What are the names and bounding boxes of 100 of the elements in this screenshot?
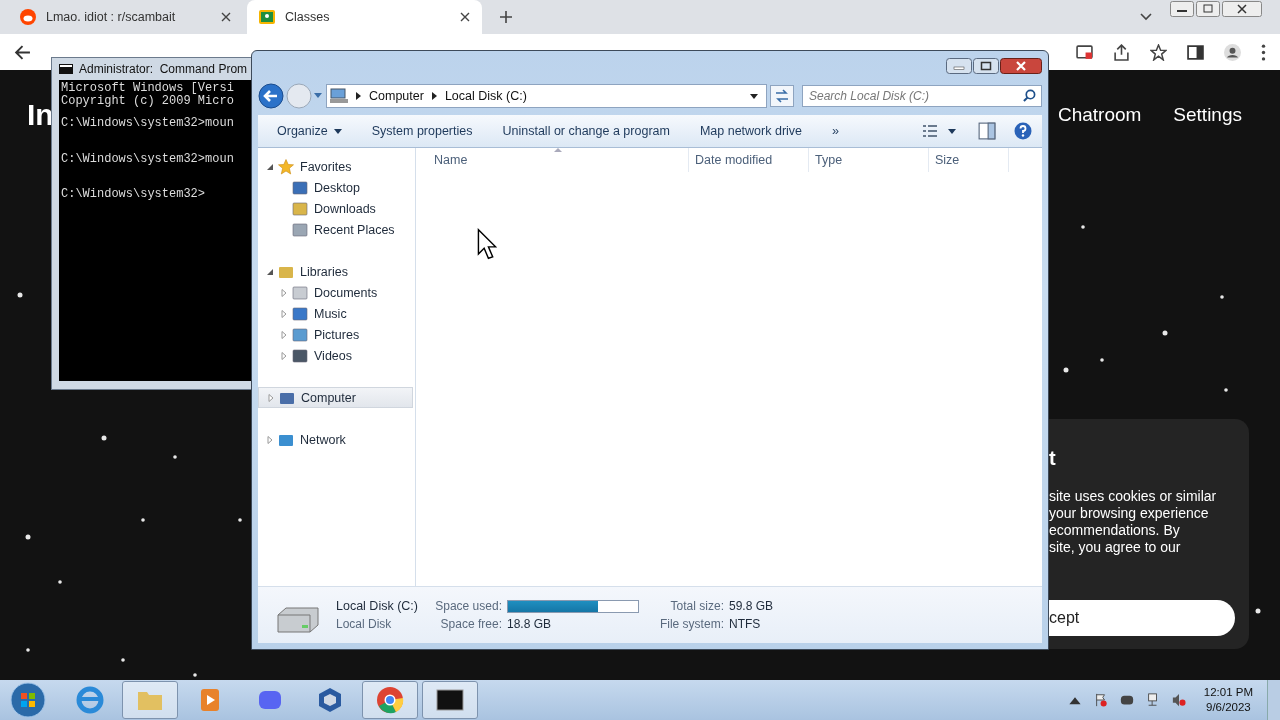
breadcrumb-item[interactable]: Computer [369, 89, 424, 103]
tree-item[interactable]: Music [258, 303, 415, 324]
dropdown-arrow-icon[interactable] [750, 93, 758, 99]
tree-item[interactable]: Pictures [258, 324, 415, 345]
console-line: C:\Windows\system32>moun [61, 152, 235, 165]
column-header[interactable]: Name [416, 148, 689, 172]
search-field[interactable]: Search Local Disk (C:) [802, 85, 1042, 107]
terminal-icon [59, 64, 73, 74]
star-dot [141, 518, 145, 522]
toolbar-button[interactable]: Map network drive [690, 120, 812, 142]
caret-icon [333, 128, 342, 134]
star-dot [1162, 330, 1168, 336]
star-dot [238, 518, 242, 522]
field-value: 18.8 GB [506, 617, 552, 631]
breadcrumb-item[interactable]: Local Disk (C:) [444, 89, 527, 103]
view-options-icon[interactable] [922, 124, 958, 138]
field-value: 59.8 GB [728, 599, 773, 613]
star-dot [25, 534, 31, 540]
drive-name: Local Disk (C:) [336, 599, 418, 613]
field-label: File system: [658, 617, 724, 631]
toolbar-button[interactable]: System properties [362, 120, 482, 142]
sort-arrow-icon [554, 148, 562, 152]
console-line: C:\Windows\system32> [61, 188, 207, 201]
toolbar-button[interactable]: Organize [268, 120, 351, 142]
classroom-logo-icon [259, 9, 275, 25]
close-icon[interactable] [460, 12, 470, 22]
expanded-triangle-icon[interactable] [266, 267, 274, 276]
close-icon[interactable] [1222, 1, 1262, 17]
star-dot [1224, 388, 1228, 392]
star-dot [121, 658, 125, 662]
drive-type: Local Disk [336, 617, 393, 631]
tree-item[interactable]: Recent Places [258, 219, 415, 240]
star-dot [1063, 367, 1069, 373]
window-title: Administrator: Command Prom [79, 62, 248, 76]
preview-pane-icon[interactable] [978, 122, 996, 140]
tree-item[interactable]: Documents [258, 282, 415, 303]
menu-dots-icon[interactable] [1261, 43, 1266, 61]
tree-item[interactable]: Downloads [258, 198, 415, 219]
minimize-icon[interactable] [1170, 1, 1194, 17]
star-dot [17, 292, 23, 298]
nav-link[interactable]: Chatroom [1057, 104, 1142, 126]
field-label: Total size: [669, 599, 724, 613]
close-button[interactable] [1000, 58, 1042, 74]
profile-avatar-icon[interactable] [1224, 43, 1241, 61]
site-heading: In [27, 98, 54, 132]
search-icon[interactable] [1023, 89, 1036, 102]
install-app-icon[interactable] [1076, 43, 1093, 61]
tree-item[interactable]: Desktop [258, 177, 415, 198]
flag-icon[interactable] [1093, 693, 1108, 707]
ie-logo-icon [76, 686, 104, 714]
mouse-pointer-icon [477, 228, 497, 260]
refresh-button[interactable] [770, 85, 794, 107]
share-icon[interactable] [1113, 43, 1130, 61]
back-arrow-icon[interactable] [14, 43, 31, 61]
close-icon[interactable] [221, 12, 231, 22]
field-value: NTFS [728, 617, 762, 631]
expanded-triangle-icon[interactable] [266, 162, 274, 171]
column-header[interactable]: Size [929, 148, 1009, 172]
browser-tab[interactable]: Classes [247, 0, 482, 34]
star-dot [26, 648, 30, 652]
accept-button[interactable]: cept [1049, 600, 1235, 636]
star-dot [1081, 225, 1085, 229]
taskbar-app-button[interactable] [422, 681, 478, 719]
star-dot [193, 673, 197, 677]
back-button[interactable] [258, 83, 284, 109]
star-outline-icon[interactable] [1150, 43, 1167, 61]
column-header[interactable]: Type [809, 148, 929, 172]
new-tab-icon[interactable] [500, 11, 512, 23]
tree-item[interactable]: Videos [258, 345, 415, 366]
column-header[interactable]: Date modified [689, 148, 809, 172]
address-bar[interactable]: Computer Local Disk (C:) [326, 84, 767, 108]
help-icon[interactable] [1014, 122, 1032, 140]
taskbar-clock[interactable]: 12:01 PM 9/6/2023 [1203, 685, 1253, 715]
network-icon[interactable] [1145, 693, 1160, 707]
muted-speaker-icon[interactable] [1171, 693, 1186, 707]
toolbar-button[interactable]: Uninstall or change a program [493, 120, 679, 142]
breadcrumb-arrow-icon[interactable] [356, 92, 361, 100]
cookie-text: site uses cookies or similar your browsing experience ecommendations. By site, you agree to our [1049, 488, 1218, 556]
chevron-down-icon[interactable] [1140, 13, 1152, 21]
star-dot [1255, 608, 1261, 614]
console-line: C:\Windows\system32>moun [61, 117, 235, 130]
browser-tab[interactable]: Lmao. idiot : r/scambait [8, 0, 243, 34]
field-label: Space used: [434, 599, 502, 613]
maximize-button[interactable] [973, 58, 999, 74]
clock-time: 12:01 PM [1203, 685, 1253, 700]
more-button[interactable]: » [823, 120, 848, 142]
terminal-icon [436, 686, 464, 714]
start-button[interactable] [10, 682, 46, 718]
side-panel-icon[interactable] [1187, 43, 1204, 61]
tree-item[interactable]: Computer [258, 387, 413, 408]
star-dot [1100, 358, 1104, 362]
tree-item[interactable]: Libraries [258, 261, 415, 282]
cookie-title: t [1049, 447, 1057, 470]
tree-item[interactable]: Favorites [258, 156, 415, 177]
nav-link[interactable]: Settings [1173, 104, 1242, 126]
star-icon [278, 158, 294, 175]
minimize-button[interactable] [946, 58, 972, 74]
breadcrumb-arrow-icon[interactable] [431, 92, 437, 100]
clock-date: 9/6/2023 [1206, 700, 1251, 715]
tree-item[interactable]: Network [258, 429, 415, 450]
